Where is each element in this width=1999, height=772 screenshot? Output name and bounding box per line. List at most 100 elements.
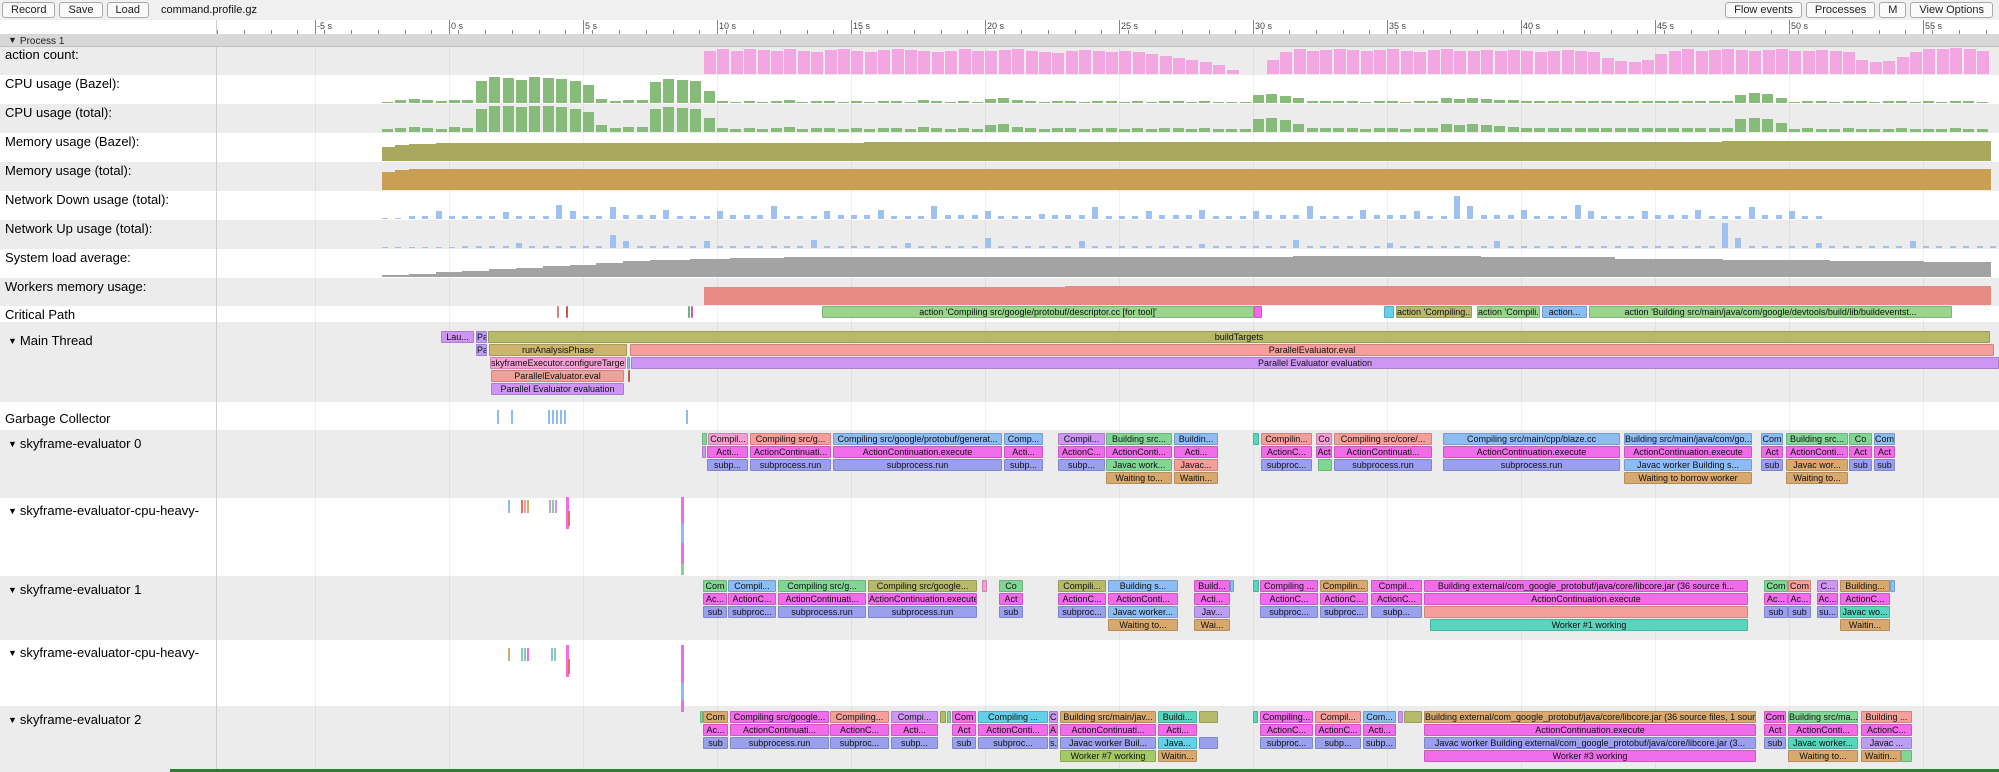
slice[interactable]: sub <box>999 606 1023 618</box>
slice[interactable]: subproc... <box>728 606 776 618</box>
slice[interactable]: Compiling ... <box>978 711 1048 723</box>
collapse-arrow-icon[interactable]: ▼ <box>8 715 17 725</box>
slice[interactable]: ActionC... <box>1320 593 1368 605</box>
slice[interactable]: Ac... <box>1788 593 1811 605</box>
slice[interactable]: Co... <box>1049 711 1058 723</box>
slice[interactable]: ActionC... <box>830 724 889 736</box>
event-tick[interactable] <box>568 511 570 526</box>
slice[interactable]: Waiting to... <box>1786 472 1848 484</box>
slice[interactable]: ActionC... <box>728 593 776 605</box>
slice[interactable]: Act <box>1316 446 1332 458</box>
slice[interactable]: Com <box>703 580 727 592</box>
track-row-cpu-heavy-2[interactable] <box>0 640 1999 706</box>
slice[interactable] <box>1318 459 1332 471</box>
event-tick[interactable] <box>681 700 684 712</box>
slice[interactable]: Comp... <box>1004 433 1043 445</box>
slice[interactable]: Acti... <box>1363 724 1396 736</box>
event-tick[interactable] <box>681 645 684 683</box>
process-header[interactable]: ▼Process 1 <box>0 34 1999 47</box>
slice[interactable]: sub <box>1874 459 1895 471</box>
slice[interactable]: Compil... <box>1371 580 1422 592</box>
slice[interactable]: subp... <box>1363 737 1396 749</box>
track-label-cpu-heavy-1[interactable]: ▼skyframe-evaluator-cpu-heavy- <box>8 503 199 518</box>
event-tick[interactable] <box>521 500 523 513</box>
slice[interactable]: Acti... <box>1194 593 1230 605</box>
slice[interactable]: Compiling src/google... <box>730 711 829 723</box>
slice[interactable] <box>691 306 693 318</box>
event-tick[interactable] <box>681 683 684 700</box>
slice[interactable]: Waitin... <box>1861 750 1901 762</box>
slice[interactable]: Ac... <box>703 593 727 605</box>
slice[interactable]: Compi... <box>891 711 938 723</box>
slice[interactable]: action 'Compili... <box>1477 306 1540 318</box>
slice[interactable]: Javac ... <box>1861 737 1912 749</box>
event-tick[interactable] <box>560 410 562 424</box>
slice[interactable]: Building src/main/java/com/go... <box>1624 433 1752 445</box>
slice[interactable] <box>1384 306 1394 318</box>
slice[interactable]: Compilin... <box>1320 580 1368 592</box>
slice[interactable]: Building src... <box>1106 433 1172 445</box>
slice[interactable]: Acti... <box>1174 446 1218 458</box>
event-tick[interactable] <box>527 648 529 661</box>
event-tick[interactable] <box>555 500 557 513</box>
slice[interactable]: Javac worker Buil... <box>1060 737 1156 749</box>
slice[interactable]: Javac worker Building s... <box>1624 459 1752 471</box>
event-tick[interactable] <box>527 500 529 513</box>
slice[interactable] <box>1901 750 1912 762</box>
slice[interactable]: ActionC... <box>1260 724 1313 736</box>
slice[interactable]: ActionContinuati... <box>1060 724 1156 736</box>
slice[interactable]: Building src/main/jav... <box>1060 711 1156 723</box>
slice[interactable]: C... <box>1817 580 1838 592</box>
slice[interactable]: ActionContinuation.execute <box>1443 446 1620 458</box>
slice[interactable]: action 'Building src/main/java/com/googl… <box>1589 306 1952 318</box>
slice[interactable]: Co <box>999 580 1023 592</box>
slice[interactable]: buildTargets <box>488 331 1990 343</box>
slice[interactable]: Par <box>476 331 487 343</box>
slice[interactable]: Javac... <box>1174 459 1218 471</box>
slice[interactable]: ActionContinuation.execute <box>1424 593 1748 605</box>
slice[interactable]: Worker #3 working <box>1424 750 1756 762</box>
slice[interactable]: Waiting to... <box>1788 750 1858 762</box>
slice[interactable]: subp... <box>891 737 938 749</box>
event-tick[interactable] <box>681 524 684 543</box>
event-tick[interactable] <box>524 500 526 513</box>
slice[interactable] <box>982 580 987 592</box>
slice[interactable] <box>1253 580 1259 592</box>
slice[interactable]: ActionContinuati... <box>730 724 829 736</box>
slice[interactable]: Com <box>703 711 728 723</box>
slice[interactable]: ActionConti... <box>1786 446 1848 458</box>
slice[interactable] <box>1398 711 1403 723</box>
slice[interactable]: Compiling... <box>1260 711 1313 723</box>
slice[interactable]: Building src/ma... <box>1788 711 1858 723</box>
slice[interactable]: Act <box>1874 446 1895 458</box>
slice[interactable]: Compilin... <box>1261 433 1312 445</box>
slice[interactable]: subp... <box>1058 459 1105 471</box>
track-label-sky1[interactable]: ▼skyframe-evaluator 1 <box>8 582 141 597</box>
slice[interactable]: Compiling ... <box>1260 580 1318 592</box>
slice[interactable]: Waiting to... <box>1106 472 1172 484</box>
slice[interactable]: Compil... <box>1315 711 1361 723</box>
collapse-arrow-icon[interactable]: ▼ <box>8 585 17 595</box>
slice[interactable]: Acti... <box>1158 724 1197 736</box>
slice[interactable]: sub <box>1764 737 1786 749</box>
slice[interactable]: Compili... <box>1058 580 1106 592</box>
slice[interactable]: Building... <box>1840 580 1890 592</box>
slice[interactable] <box>940 711 946 723</box>
slice[interactable]: subproc... <box>1260 606 1318 618</box>
slice[interactable]: Acti... <box>707 446 748 458</box>
slice[interactable]: Compil... <box>1058 433 1105 445</box>
slice[interactable]: subp... <box>1315 737 1361 749</box>
slice[interactable]: sub <box>703 606 727 618</box>
slice[interactable]: Waitin... <box>1840 619 1890 631</box>
slice[interactable]: ActionC... <box>1058 446 1105 458</box>
slice[interactable]: Ac... <box>703 724 728 736</box>
slice[interactable] <box>702 446 706 458</box>
slice[interactable] <box>566 306 568 318</box>
slice[interactable] <box>1424 606 1748 618</box>
slice[interactable] <box>1199 737 1218 749</box>
slice[interactable]: Javac worker... <box>1108 606 1178 618</box>
slice[interactable]: Javac wor... <box>1786 459 1848 471</box>
slice[interactable]: Co <box>1316 433 1332 445</box>
event-tick[interactable] <box>554 648 556 661</box>
slice[interactable]: Build... <box>1194 580 1230 592</box>
